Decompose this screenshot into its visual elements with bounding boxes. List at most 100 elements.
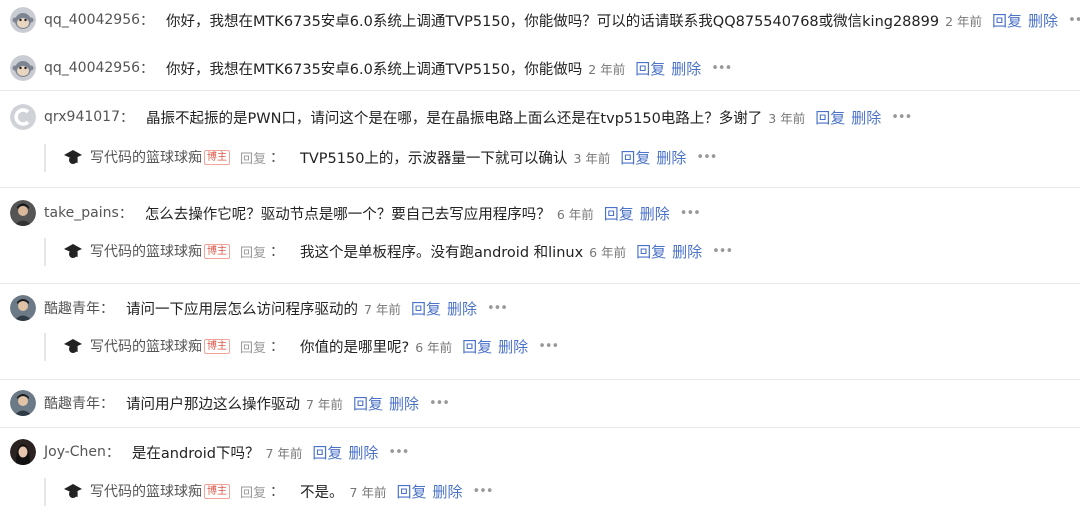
reply-item: 写代码的篮球球痴 博主 回复 ： 我这个是单板程序。没有跑android 和li…: [0, 236, 733, 266]
comment-item: 酷趣青年 ： 请问用户那边这么操作驱动 7 年前 回复 删除 •••: [0, 388, 450, 418]
reply-text: 不是。: [300, 484, 344, 501]
reply-item: 写代码的篮球球痴 博主 回复 ： 不是。 7 年前 回复 删除 •••: [0, 476, 494, 506]
blogger-badge: 博主: [204, 338, 230, 354]
person-avatar-icon[interactable]: [10, 200, 36, 226]
comment-item: qrx941017 ： 晶振不起振的是PWN口，请问这个是在哪，是在晶振电路上面…: [0, 102, 912, 132]
comment-item: Joy-Chen ： 是在android下吗？ 7 年前 回复 删除 •••: [0, 437, 409, 467]
monkey-avatar-icon[interactable]: [10, 7, 36, 33]
blogger-avatar-icon[interactable]: [62, 146, 84, 168]
reply-link[interactable]: 回复: [312, 442, 342, 463]
blogger-badge: 博主: [204, 149, 230, 165]
reply-username[interactable]: 写代码的篮球球痴: [90, 241, 202, 261]
more-options-icon[interactable]: •••: [1068, 13, 1080, 28]
delete-link[interactable]: 删除: [447, 298, 477, 319]
comment-username[interactable]: 酷趣青年: [44, 393, 100, 413]
delete-link[interactable]: 删除: [656, 147, 686, 168]
comment-item: qq_40042956 ： 你好，我想在MTK6735安卓6.0系统上调通TVP…: [0, 5, 1080, 35]
comment-time: 2 年前: [588, 61, 626, 77]
separator: [0, 379, 1080, 380]
comment-time: 2 年前: [945, 13, 983, 29]
comment-text: 请问用户那边这么操作驱动: [126, 396, 300, 413]
person-avatar-icon[interactable]: [10, 390, 36, 416]
more-options-icon[interactable]: •••: [696, 150, 717, 165]
comment-username[interactable]: 酷趣青年: [44, 298, 100, 318]
reply-link[interactable]: 回复: [620, 147, 650, 168]
reply-time: 7 年前: [349, 484, 387, 500]
more-options-icon[interactable]: •••: [680, 206, 701, 221]
reply-indicator: 回复: [240, 151, 267, 167]
delete-link[interactable]: 删除: [672, 241, 702, 262]
reply-username[interactable]: 写代码的篮球球痴: [90, 481, 202, 501]
comment-text: 怎么去操作它呢？驱动节点是哪一个？要自己去写应用程序吗？: [144, 206, 551, 223]
comment-item: take_pains ： 怎么去操作它呢？驱动节点是哪一个？要自己去写应用程序吗…: [0, 198, 701, 228]
reply-time: 6 年前: [589, 244, 627, 260]
comment-username[interactable]: qrx941017: [44, 109, 120, 125]
comment-text: 你好，我想在MTK6735安卓6.0系统上调通TVP5150，你能做吗: [166, 61, 583, 78]
reply-item: 写代码的篮球球痴 博主 回复 ： TVP5150上的，示波器量一下就可以确认 3…: [0, 142, 717, 172]
reply-text: 我这个是单板程序。没有跑android 和linux: [300, 244, 584, 261]
comment-time: 7 年前: [265, 445, 303, 461]
reply-text: 你值的是哪里呢?: [300, 339, 410, 356]
more-options-icon[interactable]: •••: [388, 445, 409, 460]
reply-text: TVP5150上的，示波器量一下就可以确认: [300, 150, 568, 167]
reply-link[interactable]: 回复: [815, 107, 845, 128]
reply-link[interactable]: 回复: [396, 481, 426, 502]
blogger-avatar-icon[interactable]: [62, 240, 84, 262]
comment-time: 3 年前: [768, 110, 806, 126]
separator: [0, 283, 1080, 284]
comment-text: 是在android下吗？: [131, 445, 260, 462]
delete-link[interactable]: 删除: [432, 481, 462, 502]
comment-username[interactable]: Joy-Chen: [44, 444, 106, 460]
more-options-icon[interactable]: •••: [712, 244, 733, 259]
comment-time: 7 年前: [364, 301, 401, 317]
person-avatar-icon[interactable]: [10, 295, 36, 321]
delete-link[interactable]: 删除: [348, 442, 378, 463]
reply-link[interactable]: 回复: [353, 393, 383, 414]
delete-link[interactable]: 删除: [1028, 10, 1058, 31]
reply-time: 6 年前: [415, 339, 453, 355]
blogger-badge: 博主: [204, 243, 230, 259]
reply-link[interactable]: 回复: [992, 10, 1022, 31]
delete-link[interactable]: 删除: [498, 336, 528, 357]
reply-username[interactable]: 写代码的篮球球痴: [90, 336, 202, 356]
c-logo-avatar-icon[interactable]: [10, 104, 36, 130]
reply-link[interactable]: 回复: [635, 58, 665, 79]
separator: [0, 187, 1080, 188]
comment-item: qq_40042956 ： 你好，我想在MTK6735安卓6.0系统上调通TVP…: [0, 53, 732, 83]
more-options-icon[interactable]: •••: [487, 301, 508, 316]
comment-time: 6 年前: [556, 206, 594, 222]
person-avatar-icon[interactable]: [10, 439, 36, 465]
reply-item: 写代码的篮球球痴 博主 回复 ： 你值的是哪里呢? 6 年前 回复 删除 •••: [0, 331, 559, 361]
blogger-avatar-icon[interactable]: [62, 480, 84, 502]
reply-link[interactable]: 回复: [636, 241, 666, 262]
more-options-icon[interactable]: •••: [891, 110, 912, 125]
more-options-icon[interactable]: •••: [429, 396, 450, 411]
monkey-avatar-icon[interactable]: [10, 55, 36, 81]
more-options-icon[interactable]: •••: [538, 339, 559, 354]
reply-link[interactable]: 回复: [462, 336, 492, 357]
more-options-icon[interactable]: •••: [472, 484, 493, 499]
reply-link[interactable]: 回复: [411, 298, 441, 319]
reply-indicator: 回复: [240, 340, 267, 356]
reply-username[interactable]: 写代码的篮球球痴: [90, 147, 202, 167]
delete-link[interactable]: 删除: [671, 58, 701, 79]
reply-time: 3 年前: [573, 150, 611, 166]
comment-time: 7 年前: [306, 396, 343, 412]
comment-username[interactable]: qq_40042956: [44, 12, 140, 28]
delete-link[interactable]: 删除: [851, 107, 881, 128]
delete-link[interactable]: 删除: [389, 393, 419, 414]
reply-indicator: 回复: [240, 485, 267, 501]
separator: [0, 427, 1080, 428]
reply-indicator: 回复: [240, 245, 267, 261]
comment-username[interactable]: qq_40042956: [44, 60, 140, 76]
reply-link[interactable]: 回复: [604, 203, 634, 224]
more-options-icon[interactable]: •••: [711, 61, 732, 76]
blogger-badge: 博主: [204, 483, 230, 499]
comment-text: 请问一下应用层怎么访问程序驱动的: [126, 301, 358, 318]
comment-item: 酷趣青年 ： 请问一下应用层怎么访问程序驱动的 7 年前 回复 删除 •••: [0, 293, 508, 323]
blogger-avatar-icon[interactable]: [62, 335, 84, 357]
separator: [0, 90, 1080, 91]
delete-link[interactable]: 删除: [640, 203, 670, 224]
comment-text: 你好，我想在MTK6735安卓6.0系统上调通TVP5150，你能做吗？可以的话…: [166, 13, 940, 30]
comment-username[interactable]: take_pains: [44, 205, 119, 221]
